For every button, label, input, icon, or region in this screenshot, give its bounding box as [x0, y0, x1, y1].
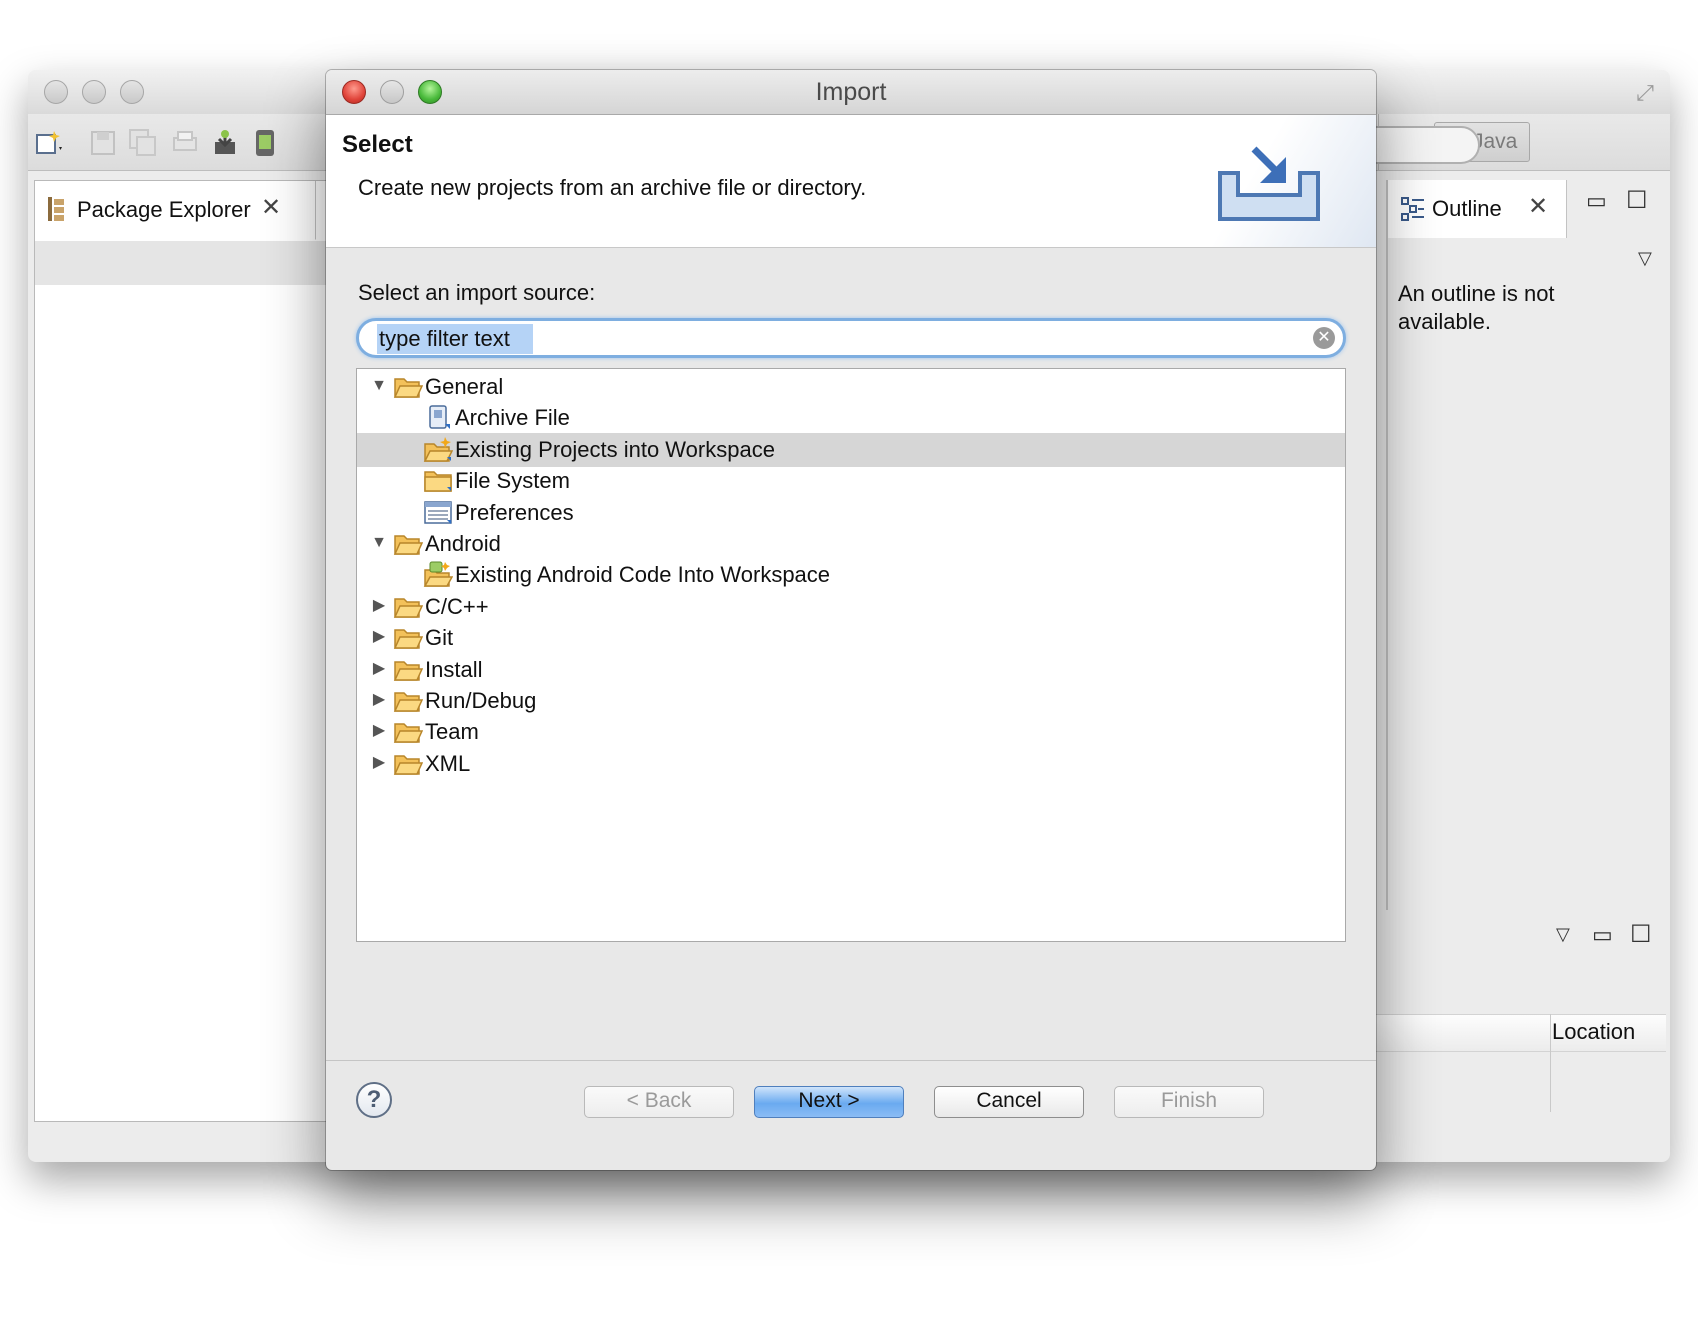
folder-open-icon	[393, 660, 423, 681]
tree-item-label: XML	[425, 750, 471, 776]
import-source-tree[interactable]: ▼ General Archive File Existing Projects in…	[356, 368, 1346, 942]
expand-arrow-icon[interactable]: ▶	[369, 659, 389, 679]
package-explorer-toolbar-strip	[35, 241, 335, 285]
button-bar-divider	[326, 1060, 1376, 1061]
expand-arrow-icon[interactable]: ▶	[369, 721, 389, 741]
outline-icon	[1401, 197, 1424, 221]
folder-icon	[424, 471, 452, 492]
close-tab-icon[interactable]: ✕	[261, 193, 281, 222]
tree-item-file-system[interactable]: File System	[357, 464, 1345, 498]
tree-item-label: Preferences	[455, 499, 574, 525]
tree-item-label: Install	[425, 656, 483, 682]
folder-open-icon	[393, 723, 423, 744]
android-avd-manager-icon[interactable]	[250, 128, 280, 158]
wizard-banner	[1176, 115, 1376, 247]
folder-open-icon	[393, 755, 423, 775]
tree-item-team[interactable]: ▶ Team	[357, 715, 1345, 749]
tree-item-android[interactable]: ▼ Android	[357, 527, 1345, 561]
minimize-view-icon[interactable]: ▭	[1586, 188, 1607, 214]
tree-item-label: Team	[425, 719, 479, 745]
new-wizard-icon[interactable]	[34, 128, 64, 158]
location-column-header[interactable]: Location	[1376, 1014, 1666, 1052]
import-dialog: Import Select Create new projects from a…	[326, 70, 1376, 1170]
save-all-icon[interactable]	[128, 128, 158, 158]
column-separator	[1550, 1014, 1551, 1112]
tree-item-label: Existing Android Code Into Workspace	[455, 562, 831, 588]
bottom-view-menu-icon[interactable]: ▽	[1556, 924, 1570, 945]
zoom-window-button[interactable]	[120, 80, 144, 104]
tree-item-general[interactable]: ▼ General	[357, 370, 1345, 404]
tree-item-archive-file[interactable]: Archive File	[357, 401, 1345, 435]
archive-file-icon	[429, 405, 450, 430]
tree-item-existing-projects-into-workspace[interactable]: Existing Projects into Workspace	[357, 432, 1345, 467]
tree-item-label: File System	[455, 468, 570, 494]
folder-open-icon	[393, 535, 423, 555]
wizard-header: Select Create new projects from an archi…	[326, 115, 1376, 248]
tree-item-label: General	[425, 374, 504, 399]
android-project-icon	[423, 561, 453, 588]
tree-item-xml[interactable]: ▶ XML	[357, 747, 1345, 781]
next-button[interactable]: Next >	[754, 1086, 904, 1118]
tree-item-label: Archive File	[455, 405, 570, 431]
tree-item-existing-android-code-into-workspace[interactable]: Existing Android Code Into Workspace	[357, 558, 1345, 592]
package-explorer-label: Package Explorer	[77, 197, 251, 222]
tree-item-label: Git	[425, 625, 454, 651]
location-header-label: Location	[1552, 1019, 1636, 1044]
preferences-icon	[424, 500, 452, 524]
finish-button[interactable]: Finish	[1114, 1086, 1264, 1118]
expand-arrow-icon[interactable]: ▶	[369, 690, 389, 710]
fullscreen-icon[interactable]: ⤢	[1632, 80, 1658, 106]
clear-filter-icon[interactable]: ✕	[1313, 327, 1335, 349]
folder-open-icon	[393, 378, 423, 398]
tree-item-git[interactable]: ▶ Git	[357, 621, 1345, 655]
bottom-maximize-icon[interactable]: ☐	[1630, 920, 1652, 949]
minimize-window-button[interactable]	[82, 80, 106, 104]
outline-tab[interactable]: Outline ✕	[1388, 180, 1567, 238]
package-explorer-icon	[48, 197, 64, 221]
dialog-titlebar: Import	[326, 70, 1376, 115]
close-window-button[interactable]	[44, 80, 68, 104]
existing-projects-icon	[423, 436, 453, 462]
view-menu-icon[interactable]: ▽	[1638, 248, 1652, 269]
filter-input[interactable]	[379, 325, 1299, 353]
folder-open-icon	[393, 629, 423, 649]
tree-item-preferences[interactable]: Preferences	[357, 496, 1345, 530]
tree-item-label: Android	[425, 531, 501, 556]
close-outline-tab-icon[interactable]: ✕	[1528, 192, 1548, 221]
tree-item-run-debug[interactable]: ▶ Run/Debug	[357, 684, 1345, 718]
outline-panel: Outline ✕ ▭ ☐ ▽ An outline is not availa…	[1386, 180, 1670, 910]
import-wizard-icon	[1218, 146, 1320, 221]
collapse-arrow-icon[interactable]: ▼	[369, 533, 389, 553]
expand-arrow-icon[interactable]: ▶	[369, 753, 389, 773]
wizard-page-title: Select	[342, 131, 413, 158]
import-source-label: Select an import source:	[358, 280, 596, 305]
collapse-arrow-icon[interactable]: ▼	[369, 376, 389, 396]
filter-field[interactable]: ✕	[356, 318, 1346, 358]
tree-item-label: Existing Projects into Workspace	[455, 436, 775, 462]
folder-open-icon	[393, 598, 423, 618]
save-icon[interactable]	[88, 128, 118, 158]
outline-message: An outline is not available.	[1398, 281, 1555, 334]
cancel-button[interactable]: Cancel	[934, 1086, 1084, 1118]
expand-arrow-icon[interactable]: ▶	[369, 627, 389, 647]
back-button[interactable]: < Back	[584, 1086, 734, 1118]
expand-arrow-icon[interactable]: ▶	[369, 596, 389, 616]
package-explorer-panel: Package Explorer ✕	[34, 180, 336, 1122]
package-explorer-tab[interactable]: Package Explorer ✕	[35, 181, 316, 240]
tree-item-label: C/C++	[425, 593, 489, 619]
help-button[interactable]: ?	[356, 1082, 392, 1118]
outline-tab-label: Outline	[1432, 196, 1502, 221]
folder-open-icon	[393, 692, 423, 712]
wizard-page-description: Create new projects from an archive file…	[358, 175, 867, 200]
tree-item-install[interactable]: ▶ Install	[357, 653, 1345, 687]
dialog-title: Import	[815, 78, 887, 106]
tree-item-label: Run/Debug	[425, 688, 537, 713]
print-icon[interactable]	[170, 128, 200, 158]
tree-item-c-c[interactable]: ▶ C/C++	[357, 590, 1345, 624]
android-sdk-download-icon[interactable]	[210, 128, 240, 158]
bottom-minimize-icon[interactable]: ▭	[1592, 922, 1613, 948]
maximize-view-icon[interactable]: ☐	[1626, 186, 1648, 215]
